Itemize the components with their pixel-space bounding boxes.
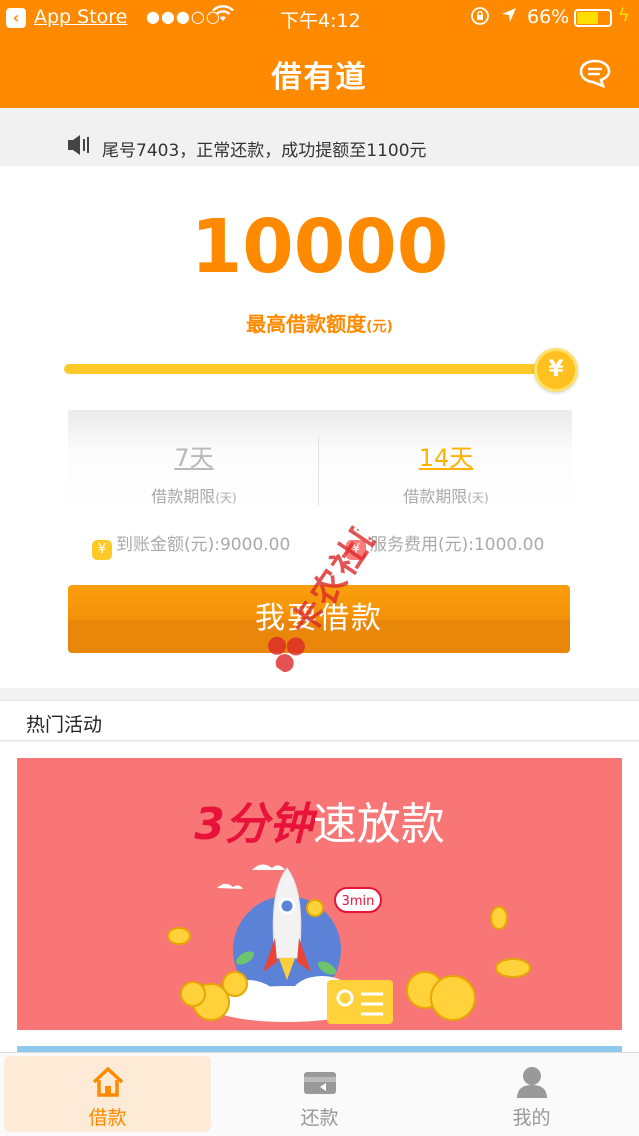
home-icon xyxy=(90,1064,126,1100)
term-days: 14天 xyxy=(418,444,474,472)
term-days: 7天 xyxy=(174,444,214,472)
person-icon xyxy=(514,1064,550,1100)
signal-icon: ●●●○○ xyxy=(146,7,221,26)
tab-repay[interactable]: 还款 xyxy=(216,1056,423,1132)
status-bar: ‹ App Store ●●●○○ 下午4:12 66% ϟ xyxy=(0,0,639,36)
tab-mine[interactable]: 我的 xyxy=(428,1056,635,1132)
location-icon xyxy=(500,6,518,29)
term-label: 借款期限(天) xyxy=(403,487,489,506)
received-amount: ¥ 到账金额(元):9000.00 xyxy=(92,530,290,560)
term-label: 借款期限(天) xyxy=(151,487,237,506)
charging-icon: ϟ xyxy=(618,5,630,26)
screen: ‹ App Store ●●●○○ 下午4:12 66% ϟ 借有道 尾号740… xyxy=(0,0,639,1136)
amount-label-text: 最高借款额度 xyxy=(246,312,367,336)
page-title: 借有道 xyxy=(271,60,368,95)
amount-label: 最高借款额度(元) xyxy=(0,308,639,337)
money-bag-icon: ¥ xyxy=(92,540,112,560)
tab-label: 借款 xyxy=(88,1107,127,1129)
back-to-app-link[interactable]: App Store xyxy=(34,6,127,28)
status-time: 下午4:12 xyxy=(280,10,361,32)
hot-section-title: 热门活动 xyxy=(26,714,103,736)
banner-title: 3分钟速放款 xyxy=(194,799,445,850)
battery-fill xyxy=(577,12,598,24)
battery-percent: 66% xyxy=(527,6,570,28)
battery-icon xyxy=(574,9,612,27)
notice-text: 尾号7403，正常还款，成功提额至1100元 xyxy=(102,141,427,161)
term-option-7[interactable]: 7天 借款期限(天) xyxy=(68,438,320,507)
borrow-button[interactable]: 我要借款 xyxy=(68,585,570,653)
amount-unit: (元) xyxy=(366,319,393,335)
banner-badge: 3min xyxy=(342,894,375,909)
loan-amount: 10000 xyxy=(190,204,449,290)
back-to-app-icon[interactable]: ‹ xyxy=(6,8,26,28)
amount-slider-track[interactable] xyxy=(64,364,554,374)
service-fee: ¥ 服务费用(元):1000.00 xyxy=(346,530,544,560)
chat-bubble-icon[interactable] xyxy=(578,58,612,89)
fee-icon: ¥ xyxy=(346,540,366,560)
amount-slider-knob[interactable]: ¥ xyxy=(534,348,578,392)
wallet-icon xyxy=(302,1064,338,1100)
speaker-icon xyxy=(66,132,92,158)
tab-label: 还款 xyxy=(300,1107,339,1129)
rotation-lock-icon xyxy=(470,6,490,31)
tab-label: 我的 xyxy=(512,1107,551,1129)
term-option-14[interactable]: 14天 借款期限(天) xyxy=(320,438,572,507)
tab-borrow[interactable]: 借款 xyxy=(4,1056,211,1132)
top-bar: ‹ App Store ●●●○○ 下午4:12 66% ϟ 借有道 xyxy=(0,0,639,108)
wifi-icon xyxy=(212,5,234,28)
